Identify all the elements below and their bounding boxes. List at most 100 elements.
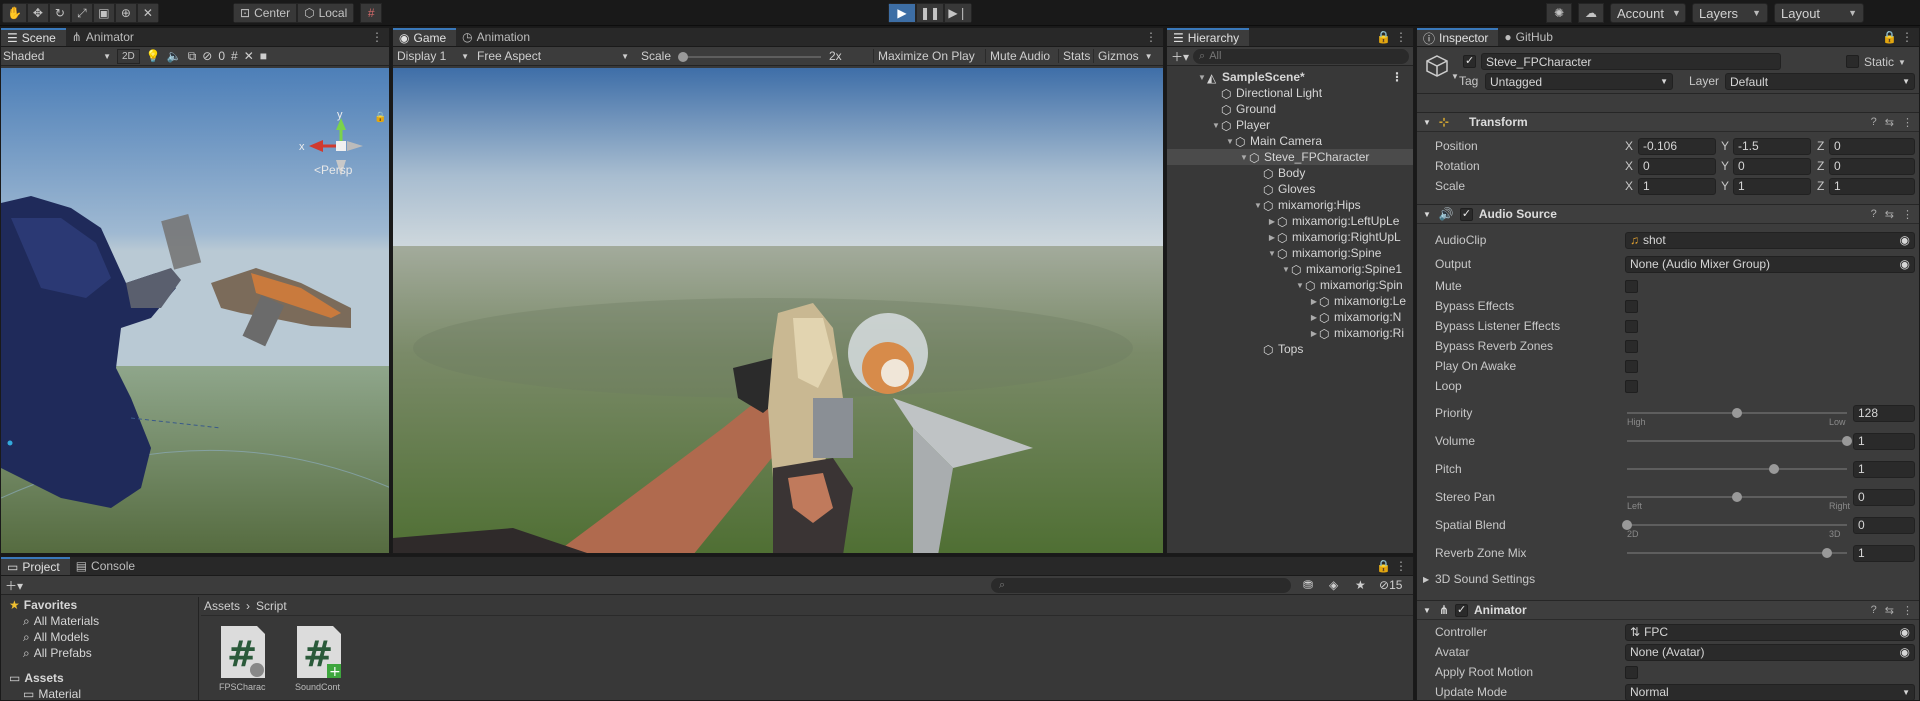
hierarchy-row[interactable]: ▶ ⬡ mixamorig:Le — [1167, 293, 1413, 309]
expand-arrow-icon[interactable]: ▼ — [1239, 153, 1249, 162]
rotation-y-field[interactable]: 0 — [1733, 157, 1811, 175]
2d-toggle-button[interactable]: 2D — [117, 48, 140, 64]
slider-track[interactable] — [1622, 520, 1847, 530]
favorite-item[interactable]: ⌕ All Models — [1, 629, 198, 645]
mute-audio-toggle[interactable]: Mute Audio — [985, 49, 1050, 63]
favorite-item[interactable]: ⌕ All Materials — [1, 613, 198, 629]
toggle-checkbox[interactable] — [1625, 299, 1638, 313]
presets-icon[interactable]: ⇆ — [1885, 604, 1894, 617]
position-y-field[interactable]: -1.5 — [1733, 137, 1811, 155]
scale-z-field[interactable]: 1 — [1829, 177, 1915, 195]
3d-sound-settings-foldout[interactable]: ▶ 3D Sound Settings — [1417, 567, 1919, 591]
hierarchy-row[interactable]: ▼ ⬡ Player — [1167, 117, 1413, 133]
expand-arrow-icon[interactable]: ▼ — [1281, 265, 1291, 274]
pause-button[interactable]: ❚❚ — [916, 3, 944, 23]
presets-icon[interactable]: ⇆ — [1885, 208, 1894, 221]
persp-toggle[interactable]: <Persp — [314, 163, 352, 177]
tab-inspector[interactable]: ⓘ Inspector — [1417, 28, 1499, 46]
gizmos-dropdown[interactable]: Gizmos ▼ — [1093, 49, 1163, 63]
row-menu-icon[interactable]: ⋮ — [1391, 70, 1403, 84]
tab-github[interactable]: ● GitHub — [1498, 28, 1563, 46]
transform-header[interactable]: ▼ ⊹ Transform ? ⇆ ⋮ — [1417, 112, 1919, 132]
panel-menu-icon[interactable]: ⋮ — [1395, 30, 1407, 44]
toggle-checkbox[interactable] — [1625, 379, 1638, 393]
animator-header[interactable]: ▼ ⋔ Animator ? ⇆ ⋮ — [1417, 600, 1919, 620]
expand-arrow-icon[interactable]: ▼ — [1295, 281, 1305, 290]
help-icon[interactable]: ? — [1871, 604, 1877, 617]
toggle-checkbox[interactable] — [1625, 339, 1638, 353]
tab-game[interactable]: ◉ Game — [393, 28, 457, 46]
create-add-icon[interactable]: ＋▾ — [5, 577, 23, 594]
breadcrumb-leaf[interactable]: Script — [256, 599, 287, 613]
object-name-field[interactable]: Steve_FPCharacter — [1481, 53, 1781, 70]
slider-value-field[interactable]: 0 — [1853, 516, 1915, 534]
toggle-checkbox[interactable] — [1625, 359, 1638, 373]
create-add-icon[interactable]: ＋▾ — [1171, 48, 1189, 65]
expand-arrow-icon[interactable]: ▶ — [1267, 217, 1277, 226]
slider-knob[interactable] — [1732, 408, 1742, 418]
static-dropdown[interactable]: Static ▼ — [1864, 55, 1906, 69]
collab-button[interactable]: ✺ — [1546, 3, 1572, 23]
hierarchy-row[interactable]: ▼ ⬡ mixamorig:Spin — [1167, 277, 1413, 293]
rotate-tool-button[interactable]: ↻ — [48, 3, 71, 23]
expand-arrow-icon[interactable]: ▶ — [1309, 313, 1319, 322]
hierarchy-row[interactable]: ▶ ⬡ mixamorig:Ri — [1167, 325, 1413, 341]
slider-value-field[interactable]: 0 — [1853, 488, 1915, 506]
hierarchy-row[interactable]: ▼ ⬡ mixamorig:Spine1 — [1167, 261, 1413, 277]
chevron-down-icon[interactable]: ▼ — [1451, 72, 1459, 81]
hierarchy-row[interactable]: ▼ ⬡ mixamorig:Hips — [1167, 197, 1413, 213]
hierarchy-row[interactable]: ⬡ Tops — [1167, 341, 1413, 357]
hierarchy-row[interactable]: ▼ ◭ SampleScene* ⋮ — [1167, 69, 1413, 85]
hierarchy-row[interactable]: ▶ ⬡ mixamorig:RightUpL — [1167, 229, 1413, 245]
asset-file-item[interactable]: # FPSCharac — [219, 624, 269, 692]
slider-value-field[interactable]: 1 — [1853, 460, 1915, 478]
panel-menu-icon[interactable]: ⋮ — [1145, 30, 1157, 44]
audio-source-enabled-checkbox[interactable] — [1459, 207, 1473, 221]
audioclip-field[interactable]: ♫ shot ◉ — [1625, 231, 1915, 249]
slider-value-field[interactable]: 128 — [1853, 404, 1915, 422]
help-icon[interactable]: ? — [1871, 116, 1877, 129]
tab-animator[interactable]: ⋔ Animator — [66, 28, 144, 46]
lock-icon[interactable]: 🔒 — [1882, 30, 1897, 44]
pivot-local-button[interactable]: ⬡ Local — [297, 3, 355, 23]
grid-snap-button[interactable]: # — [360, 3, 383, 23]
toggle-checkbox[interactable] — [1625, 279, 1638, 293]
scale-slider-knob[interactable] — [678, 52, 688, 62]
hierarchy-row[interactable]: ⬡ Gloves — [1167, 181, 1413, 197]
update-mode-dropdown[interactable]: Normal ▼ — [1625, 683, 1915, 700]
help-icon[interactable]: ? — [1871, 208, 1877, 221]
animator-enabled-checkbox[interactable] — [1454, 603, 1468, 617]
favorites-item[interactable]: ★ Favorites — [1, 597, 198, 613]
rect-tool-button[interactable]: ▣ — [92, 3, 115, 23]
asset-folder-item[interactable]: ▭ Material — [1, 686, 198, 700]
scale-tool-button[interactable]: ⤢ — [70, 3, 93, 23]
play-button[interactable]: ▶ — [888, 3, 916, 23]
position-x-field[interactable]: -0.106 — [1638, 137, 1716, 155]
effects-icon[interactable]: ⧉ — [188, 49, 197, 64]
stats-toggle[interactable]: Stats — [1058, 49, 1090, 63]
rotation-x-field[interactable]: 0 — [1638, 157, 1716, 175]
slider-track[interactable] — [1627, 436, 1852, 446]
position-z-field[interactable]: 0 — [1829, 137, 1915, 155]
object-picker-icon[interactable]: ◉ — [1900, 257, 1910, 271]
hierarchy-row[interactable]: ▶ ⬡ mixamorig:LeftUpLe — [1167, 213, 1413, 229]
pivot-center-button[interactable]: ⊡ Center — [233, 3, 298, 23]
transform-tool-button[interactable]: ⊕ — [114, 3, 137, 23]
lock-icon[interactable]: 🔒 — [374, 111, 386, 123]
slider-knob[interactable] — [1732, 492, 1742, 502]
component-menu-icon[interactable]: ⋮ — [1902, 208, 1913, 221]
slider-track[interactable] — [1627, 408, 1847, 418]
slider-knob[interactable] — [1842, 436, 1852, 446]
hierarchy-row[interactable]: ⬡ Body — [1167, 165, 1413, 181]
presets-icon[interactable]: ⇆ — [1885, 116, 1894, 129]
move-tool-button[interactable]: ✥ — [26, 3, 49, 23]
controller-field[interactable]: ⇅ FPC ◉ — [1625, 623, 1915, 641]
game-viewport[interactable] — [393, 68, 1163, 553]
hierarchy-row[interactable]: ▼ ⬡ mixamorig:Spine — [1167, 245, 1413, 261]
hierarchy-row[interactable]: ▶ ⬡ mixamorig:N — [1167, 309, 1413, 325]
apply-root-motion-checkbox[interactable] — [1625, 665, 1638, 679]
tab-project[interactable]: ▭ Project — [1, 557, 70, 575]
slider-track[interactable] — [1627, 464, 1847, 474]
hierarchy-row[interactable]: ▼ ⬡ Main Camera — [1167, 133, 1413, 149]
audio-source-header[interactable]: ▼ 🔊 Audio Source ? ⇆ ⋮ — [1417, 204, 1919, 224]
